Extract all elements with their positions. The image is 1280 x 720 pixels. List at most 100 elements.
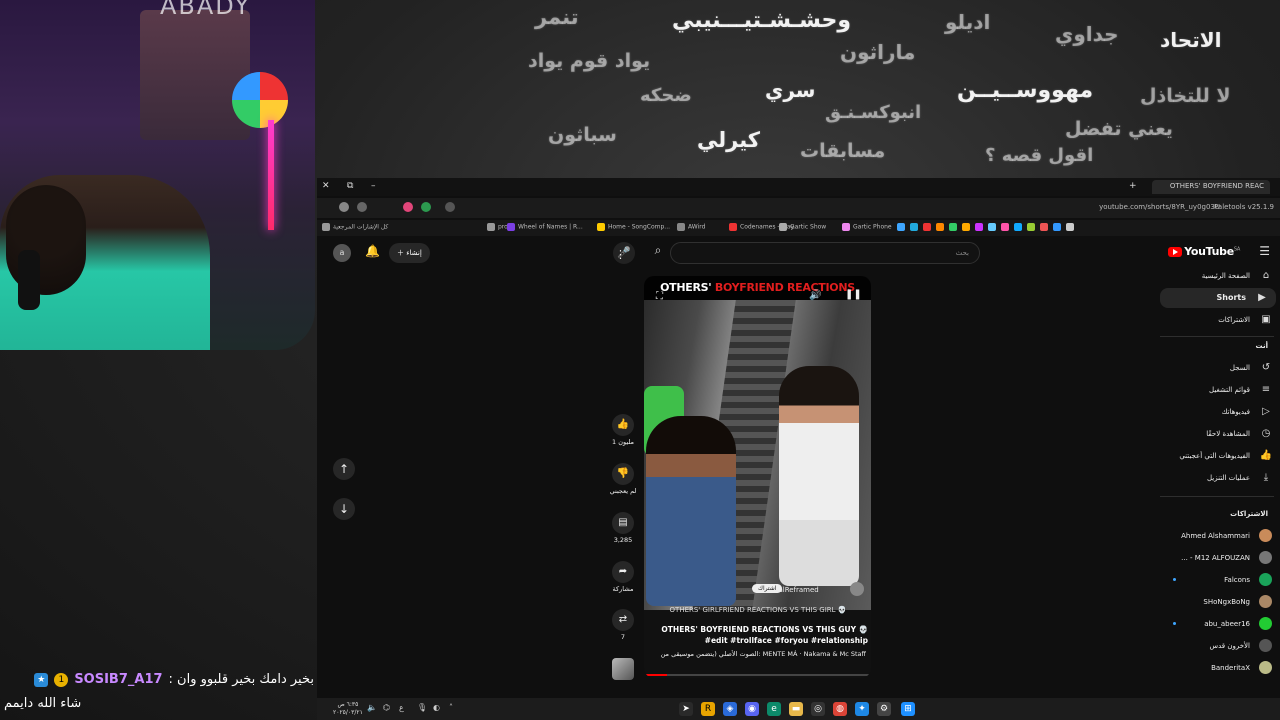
sidebar-item[interactable]: Ahmed Alshammari — [1154, 526, 1280, 546]
sidebar-item[interactable]: ▣ الاشتراكات — [1154, 310, 1280, 330]
bookmark-item[interactable]: Gartic Phone — [842, 223, 892, 231]
app-taskbar-icon[interactable]: ✦ — [855, 702, 869, 716]
fullscreen-icon[interactable]: ⛶ — [656, 291, 663, 302]
action-comments[interactable]: ▤ 3,285 — [605, 512, 641, 544]
action-like[interactable]: 👍 1 مليون — [605, 414, 641, 446]
network-tray-icon[interactable]: ⌬ — [383, 703, 390, 712]
short-title[interactable]: OTHERS' BOYFRIEND REACTIONS VS THIS GUY … — [648, 624, 868, 646]
comments-icon[interactable]: ▤ — [612, 512, 634, 534]
bookmark-star-icon[interactable] — [445, 202, 455, 212]
edge-icon[interactable]: e — [767, 702, 781, 716]
next-short-button[interactable]: ↓ — [333, 498, 355, 520]
close-window-icon[interactable]: ✕ — [322, 181, 330, 191]
bookmark-item[interactable]: Gartic Show — [779, 223, 826, 231]
sidebar-item[interactable]: ▷ فيديوهاتك — [1154, 402, 1280, 422]
language-indicator[interactable]: ع — [399, 703, 404, 712]
sidebar-item[interactable]: الأخرون قدس — [1154, 636, 1280, 656]
video-progress-bar[interactable] — [644, 674, 871, 676]
settings-icon[interactable]: ⚙ — [877, 702, 891, 716]
chrome-icon[interactable]: ◍ — [833, 702, 847, 716]
extension-icon[interactable] — [923, 223, 931, 231]
sidebar-item[interactable]: ↺ السجل — [1154, 358, 1280, 378]
sidebar-item[interactable]: SHoNgxBoNg — [1154, 592, 1280, 612]
extension-icon[interactable] — [1027, 223, 1035, 231]
action-remix[interactable]: ⇄ 7 — [605, 609, 641, 641]
extension-icon[interactable] — [910, 223, 918, 231]
file-explorer-icon[interactable]: ▬ — [789, 702, 803, 716]
sidebar-item[interactable]: ◷ المشاهدة لاحقًا — [1154, 424, 1280, 444]
bookmark-item[interactable]: كل الإشارات المرجعية — [322, 223, 388, 231]
sidebar-item[interactable]: ⌂ الصفحة الرئيسية — [1154, 266, 1280, 286]
tab-active[interactable]: OTHERS' BOYFRIEND REAC — [1152, 180, 1270, 194]
extension-icon[interactable] — [1014, 223, 1022, 231]
extension-icon[interactable] — [421, 202, 431, 212]
extension-icon[interactable] — [988, 223, 996, 231]
channel-avatar[interactable] — [850, 582, 864, 596]
mic-tray-icon[interactable]: 🎙 — [417, 703, 427, 712]
bookmark-item[interactable]: Wheel of Names | R... — [507, 223, 583, 231]
volume-icon[interactable]: 🔊 — [809, 290, 821, 301]
extension-icon[interactable] — [897, 223, 905, 231]
url-field[interactable]: youtube.com/shorts/8YR_uy0g03U — [1099, 203, 1220, 211]
extension-icon[interactable] — [1066, 223, 1074, 231]
extension-icon[interactable] — [403, 202, 413, 212]
extension-icon[interactable] — [949, 223, 957, 231]
action-share[interactable]: ➦ مشاركة — [605, 561, 641, 593]
notifications-bell-icon[interactable]: 🔔 — [365, 244, 380, 258]
bookmark-item[interactable]: Home - SongComp... — [597, 223, 670, 231]
sidebar-item[interactable]: ⤓ عمليات التنزيل — [1154, 468, 1280, 488]
sidebar-item[interactable]: ▶ Shorts — [1160, 288, 1276, 308]
start-icon[interactable]: ⊞ — [901, 702, 915, 716]
minimize-window-icon[interactable]: – — [371, 181, 376, 191]
extension-icon[interactable] — [936, 223, 944, 231]
create-button[interactable]: ＋ إنشاء — [389, 243, 430, 263]
tray-icon[interactable]: ◐ — [433, 703, 440, 712]
sidebar-item[interactable]: M12 ALFOUZAN - ... — [1154, 548, 1280, 568]
app-taskbar-icon[interactable]: ◎ — [811, 702, 825, 716]
restore-window-icon[interactable]: ⧉ — [347, 181, 353, 191]
sound-thumbnail[interactable] — [612, 658, 634, 680]
profile-icon[interactable] — [339, 202, 349, 212]
extension-icon[interactable] — [975, 223, 983, 231]
sidebar-item[interactable]: Falcons — [1154, 570, 1280, 590]
extension-label[interactable]: Paletools v25.1.9 — [1214, 203, 1274, 211]
bookmark-item[interactable]: AWird — [677, 223, 705, 231]
shorts-player[interactable]: OTHERS' BOYFRIEND REACTIONS @ViralRefram… — [644, 276, 871, 678]
sidebar-item[interactable]: ≡ قوائم التشغيل — [1154, 380, 1280, 400]
pause-icon[interactable]: ❚❚ — [845, 289, 862, 300]
sidebar-section-you[interactable]: أنت — [1256, 342, 1268, 350]
account-avatar[interactable]: a — [333, 244, 351, 262]
search-input[interactable]: بحث — [670, 242, 980, 264]
extension-icon[interactable] — [1053, 223, 1061, 231]
sidebar-item[interactable]: abu_abeer16 — [1154, 614, 1280, 634]
bookmark-label: كل الإشارات المرجعية — [333, 223, 389, 231]
music-credit[interactable]: الصوت الأصلي (يتضمن موسيقى من: MENTE MÁ … — [644, 650, 866, 658]
show-hidden-icons-icon[interactable]: ˄ — [449, 703, 453, 712]
share-icon[interactable]: ➦ — [612, 561, 634, 583]
extension-icon[interactable] — [1001, 223, 1009, 231]
search-icon[interactable]: ⌕ — [647, 243, 669, 263]
menu-icon[interactable]: ☰ — [1259, 244, 1270, 258]
extension-icon[interactable] — [357, 202, 367, 212]
app-taskbar-icon[interactable]: ➤ — [679, 702, 693, 716]
youtube-logo[interactable]: YouTubeSA — [1168, 245, 1240, 258]
webcam-shelf — [140, 10, 250, 140]
dislike-icon[interactable]: 👎 — [612, 463, 634, 485]
extension-icon[interactable] — [1040, 223, 1048, 231]
like-icon[interactable]: 👍 — [612, 414, 634, 436]
sidebar-item[interactable]: 👍 الفيديوهات التي أعجبتني — [1154, 446, 1280, 466]
volume-tray-icon[interactable]: 🔈 — [367, 703, 377, 712]
app-taskbar-icon[interactable]: R — [701, 702, 715, 716]
sidebar-section-subscriptions[interactable]: الاشتراكات — [1230, 510, 1268, 518]
clock[interactable]: ٦:٣٥ ص ٢٠٢٥/٠٣/٢١ — [333, 701, 363, 717]
more-options-icon[interactable]: ⋮ — [615, 248, 626, 261]
subscribe-button[interactable]: اشتراك — [752, 584, 783, 593]
remix-icon[interactable]: ⇄ — [612, 609, 634, 631]
new-tab-icon[interactable]: + — [1129, 181, 1137, 191]
discord-icon[interactable]: ◉ — [745, 702, 759, 716]
previous-short-button[interactable]: ↑ — [333, 458, 355, 480]
app-taskbar-icon[interactable]: ◈ — [723, 702, 737, 716]
action-dislike[interactable]: 👎 لم يعجبني — [605, 463, 641, 495]
sidebar-item[interactable]: BanderitaX — [1154, 658, 1280, 678]
extension-icon[interactable] — [962, 223, 970, 231]
